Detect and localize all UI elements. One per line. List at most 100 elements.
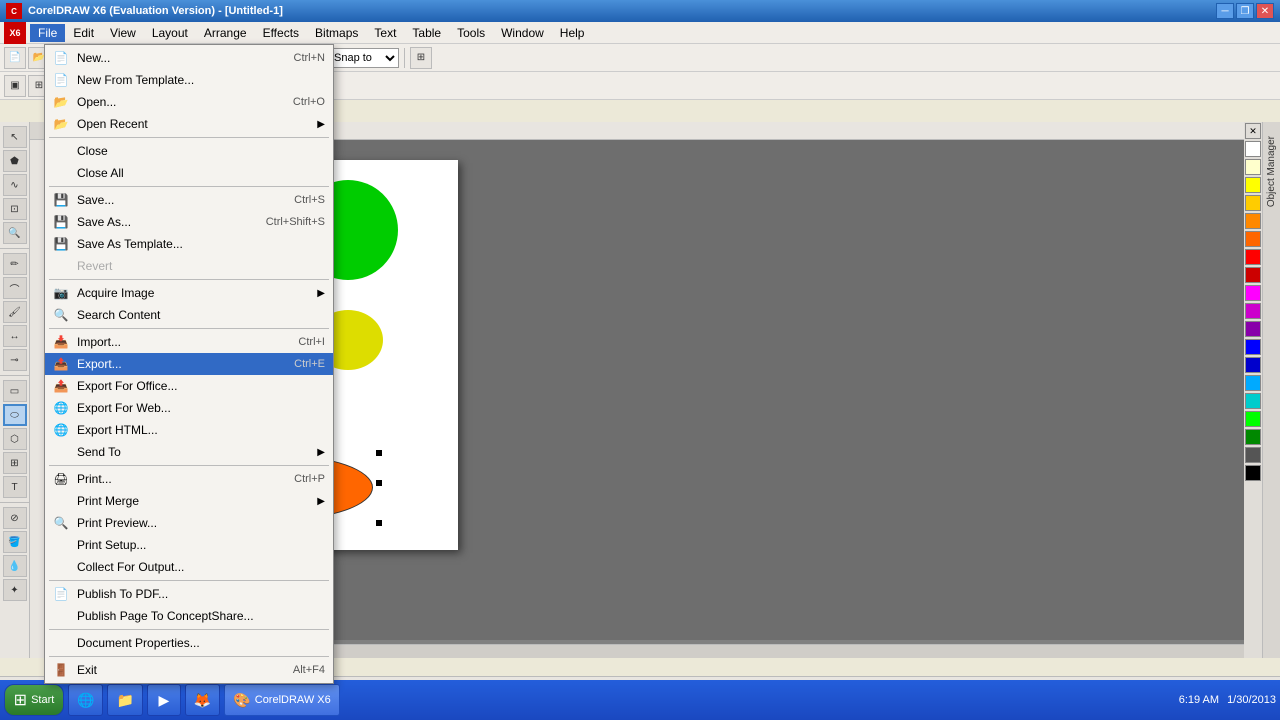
tool-fill[interactable]: 🪣: [3, 531, 27, 553]
snap-to-dropdown[interactable]: Snap to: [329, 48, 399, 68]
menu-publish-conceptshare[interactable]: Publish Page To ConceptShare...: [45, 605, 333, 627]
menu-print-merge[interactable]: Print Merge ▶: [45, 490, 333, 512]
tool-ellipse[interactable]: ⬭: [3, 404, 27, 426]
doc-props-label: Document Properties...: [77, 636, 200, 650]
menu-save[interactable]: 💾 Save... Ctrl+S: [45, 189, 333, 211]
lightyellow-swatch[interactable]: [1245, 159, 1261, 175]
darkgray-swatch[interactable]: [1245, 447, 1261, 463]
start-button[interactable]: ⊞ Start: [4, 684, 64, 716]
menu-new[interactable]: 📄 New... Ctrl+N: [45, 47, 333, 69]
menu-print-setup[interactable]: Print Setup...: [45, 534, 333, 556]
tb-new[interactable]: 📄: [4, 47, 26, 69]
tool-artistic-media[interactable]: 🖌: [3, 301, 27, 323]
tool-parallel-dim[interactable]: ⊘: [3, 507, 27, 529]
tool-zoom[interactable]: 🔍: [3, 222, 27, 244]
menu-export-web[interactable]: 🌐 Export For Web...: [45, 397, 333, 419]
menu-print-preview[interactable]: 🔍 Print Preview...: [45, 512, 333, 534]
no-fill-swatch[interactable]: ✕: [1245, 123, 1261, 139]
menu-item-help[interactable]: Help: [552, 24, 593, 42]
menu-doc-props[interactable]: Document Properties...: [45, 632, 333, 654]
menu-item-layout[interactable]: Layout: [144, 24, 196, 42]
menu-item-file[interactable]: File: [30, 24, 65, 42]
lightblue-swatch[interactable]: [1245, 375, 1261, 391]
close-button[interactable]: ✕: [1256, 3, 1274, 19]
menu-export-office[interactable]: 📤 Export For Office...: [45, 375, 333, 397]
white-swatch[interactable]: [1245, 141, 1261, 157]
menu-send-to[interactable]: Send To ▶: [45, 441, 333, 463]
orange-swatch[interactable]: [1245, 213, 1261, 229]
quicklaunch-media[interactable]: ▶: [147, 684, 181, 716]
tool-crop[interactable]: ⊡: [3, 198, 27, 220]
tool-dimension[interactable]: ↔: [3, 325, 27, 347]
minimize-button[interactable]: ─: [1216, 3, 1234, 19]
darkred-swatch[interactable]: [1245, 267, 1261, 283]
menu-item-window[interactable]: Window: [493, 24, 552, 42]
gold-swatch[interactable]: [1245, 195, 1261, 211]
object-manager-panel[interactable]: Object Manager: [1262, 122, 1280, 658]
magenta-swatch[interactable]: [1245, 285, 1261, 301]
menu-save-template[interactable]: 💾 Save As Template...: [45, 233, 333, 255]
tool-table[interactable]: ⊞: [3, 452, 27, 474]
menu-item-effects[interactable]: Effects: [255, 24, 307, 42]
cyan-swatch[interactable]: [1245, 393, 1261, 409]
tool-rectangle[interactable]: ▭: [3, 380, 27, 402]
menu-publish-pdf[interactable]: 📄 Publish To PDF...: [45, 583, 333, 605]
menu-item-bitmaps[interactable]: Bitmaps: [307, 24, 366, 42]
tool-eyedropper[interactable]: 💧: [3, 555, 27, 577]
menu-item-tools[interactable]: Tools: [449, 24, 493, 42]
menu-print[interactable]: 🖨 Print... Ctrl+P: [45, 468, 333, 490]
tool-text[interactable]: T: [3, 476, 27, 498]
red-swatch[interactable]: [1245, 249, 1261, 265]
menu-open[interactable]: 📂 Open... Ctrl+O: [45, 91, 333, 113]
purple-swatch[interactable]: [1245, 321, 1261, 337]
quicklaunch-firefox[interactable]: 🦊: [185, 684, 220, 716]
tool-interactive[interactable]: ✦: [3, 579, 27, 601]
menu-export[interactable]: 📤 Export... Ctrl+E: [45, 353, 333, 375]
taskbar-coreldraw[interactable]: 🎨 CorelDRAW X6: [224, 684, 339, 716]
handle-mr[interactable]: [376, 480, 382, 486]
blue-swatch[interactable]: [1245, 339, 1261, 355]
tool-polygon[interactable]: ⬡: [3, 428, 27, 450]
tool-shape[interactable]: ⬟: [3, 150, 27, 172]
restore-button[interactable]: ❐: [1236, 3, 1254, 19]
menu-item-text[interactable]: Text: [366, 24, 404, 42]
menu-export-html[interactable]: 🌐 Export HTML...: [45, 419, 333, 441]
tool-bezier[interactable]: ⌒: [3, 277, 27, 299]
menu-search-content[interactable]: 🔍 Search Content: [45, 304, 333, 326]
print-preview-label: Print Preview...: [77, 516, 157, 530]
menu-close[interactable]: Close: [45, 140, 333, 162]
darkorange-swatch[interactable]: [1245, 231, 1261, 247]
tb-select-all[interactable]: ▣: [4, 75, 26, 97]
black-swatch[interactable]: [1245, 465, 1261, 481]
menu-new-template[interactable]: 📄 New From Template...: [45, 69, 333, 91]
export-icon: 📤: [51, 354, 71, 374]
tb-fullscreen[interactable]: ⊞: [410, 47, 432, 69]
yellow-swatch[interactable]: [1245, 177, 1261, 193]
menu-item-table[interactable]: Table: [404, 24, 449, 42]
tool-smear[interactable]: ∿: [3, 174, 27, 196]
green-swatch[interactable]: [1245, 411, 1261, 427]
darkmagenta-swatch[interactable]: [1245, 303, 1261, 319]
menu-open-recent[interactable]: 📂 Open Recent ▶: [45, 113, 333, 135]
handle-br[interactable]: [376, 520, 382, 526]
menu-import[interactable]: 📥 Import... Ctrl+I: [45, 331, 333, 353]
menu-collect-output[interactable]: Collect For Output...: [45, 556, 333, 578]
quicklaunch-folder[interactable]: 📁: [107, 684, 142, 716]
menu-item-arrange[interactable]: Arrange: [196, 24, 255, 42]
menu-div4: [49, 328, 329, 329]
import-icon: 📥: [51, 332, 71, 352]
quicklaunch-ie[interactable]: 🌐: [68, 684, 103, 716]
menu-item-view[interactable]: View: [102, 24, 144, 42]
darkgreen-swatch[interactable]: [1245, 429, 1261, 445]
menu-close-all[interactable]: Close All: [45, 162, 333, 184]
handle-tr[interactable]: [376, 450, 382, 456]
tool-freehand[interactable]: ✏: [3, 253, 27, 275]
tool-connector[interactable]: ⊸: [3, 349, 27, 371]
darkblue-swatch[interactable]: [1245, 357, 1261, 373]
tool-select[interactable]: ↖: [3, 126, 27, 148]
menu-save-as[interactable]: 💾 Save As... Ctrl+Shift+S: [45, 211, 333, 233]
menu-exit[interactable]: 🚪 Exit Alt+F4: [45, 659, 333, 681]
menu-item-edit[interactable]: Edit: [65, 24, 102, 42]
export-office-label: Export For Office...: [77, 379, 177, 393]
menu-acquire[interactable]: 📷 Acquire Image ▶: [45, 282, 333, 304]
